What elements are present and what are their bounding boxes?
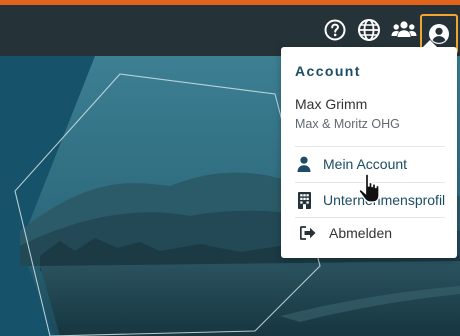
user-icon bbox=[295, 155, 313, 173]
company-name: Max & Moritz OHG bbox=[295, 117, 400, 131]
help-button[interactable] bbox=[321, 15, 349, 45]
account-dropdown-menu: Account Max Grimm Max & Moritz OHG Mein … bbox=[281, 40, 457, 258]
users-button[interactable] bbox=[390, 15, 418, 45]
hand-pointer-cursor-icon bbox=[358, 173, 380, 203]
language-globe-icon bbox=[358, 19, 380, 41]
dropdown-caret bbox=[423, 40, 437, 47]
menu-item-label: Abmelden bbox=[329, 225, 393, 241]
help-icon bbox=[324, 19, 346, 41]
divider bbox=[295, 146, 445, 147]
dropdown-title: Account bbox=[295, 63, 361, 79]
language-button[interactable] bbox=[355, 15, 383, 45]
menu-item-label: Mein Account bbox=[323, 156, 408, 172]
logout-icon bbox=[299, 224, 317, 242]
user-name: Max Grimm bbox=[295, 96, 368, 112]
building-icon bbox=[295, 191, 313, 209]
users-group-icon bbox=[391, 21, 417, 37]
menu-item-abmelden[interactable]: Abmelden bbox=[281, 217, 457, 249]
